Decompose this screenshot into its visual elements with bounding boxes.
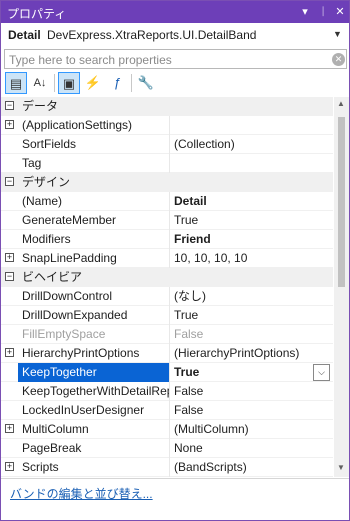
properties-view-icon[interactable]: ▣ (58, 72, 80, 94)
property-row-fill-empty-space: FillEmptySpace False (1, 325, 333, 344)
expand-icon[interactable]: + (5, 424, 14, 433)
property-name: Tag (18, 154, 170, 173)
alphabetical-sort-icon[interactable]: A↓ (29, 72, 51, 94)
property-row-keep-together[interactable]: KeepTogether True ⌵ (1, 363, 333, 382)
category-label: データ (22, 99, 59, 113)
property-row-modifiers[interactable]: Modifiers Friend (1, 230, 333, 249)
property-row-name[interactable]: (Name) Detail (1, 192, 333, 211)
property-value[interactable]: (Collection) (170, 135, 333, 154)
property-row-drill-down-expanded[interactable]: DrillDownExpanded True (1, 306, 333, 325)
property-grid: − データ + (ApplicationSettings) SortFields… (1, 97, 349, 477)
commands-pane: バンドの編集と並び替え... (1, 478, 349, 520)
property-row-application-settings[interactable]: + (ApplicationSettings) (1, 116, 333, 135)
property-value[interactable]: (BandScripts) (170, 458, 333, 477)
wrench-icon[interactable]: 🔧 (135, 72, 157, 94)
property-value[interactable]: Detail (170, 192, 333, 211)
property-row-generate-member[interactable]: GenerateMember True (1, 211, 333, 230)
property-name: DrillDownControl (18, 287, 170, 306)
property-value[interactable]: Friend (170, 230, 333, 249)
category-row-behavior[interactable]: − ビヘイビア (1, 268, 333, 287)
object-name: Detail (8, 28, 41, 42)
property-name: HierarchyPrintOptions (18, 344, 170, 363)
toolbar: ▤ A↓ ▣ ⚡ ƒ 🔧 (3, 71, 347, 95)
toolbar-separator (131, 74, 132, 92)
events-icon[interactable]: ⚡ (82, 72, 104, 94)
property-name: LockedInUserDesigner (18, 401, 170, 420)
edit-and-reorder-bands-link[interactable]: バンドの編集と並び替え... (10, 485, 153, 502)
expand-icon[interactable]: + (5, 348, 14, 357)
property-name: MultiColumn (18, 420, 170, 439)
object-type: DevExpress.XtraReports.UI.DetailBand (47, 28, 257, 42)
categorized-view-icon[interactable]: ▤ (5, 72, 27, 94)
property-row-drill-down-control[interactable]: DrillDownControl (なし) (1, 287, 333, 306)
property-row-multi-column[interactable]: + MultiColumn (MultiColumn) (1, 420, 333, 439)
property-row-snap-line-padding[interactable]: + SnapLinePadding 10, 10, 10, 10 (1, 249, 333, 268)
value-dropdown-icon[interactable]: ⌵ (313, 364, 330, 381)
collapse-icon[interactable]: − (5, 272, 14, 281)
property-name: SnapLinePadding (18, 249, 170, 268)
category-row-design[interactable]: − デザイン (1, 173, 333, 192)
close-icon[interactable]: ✕ (332, 3, 348, 21)
window-title: プロパティ (7, 7, 67, 21)
property-name: KeepTogether (18, 363, 170, 382)
vertical-scrollbar[interactable]: ▲ ▼ (334, 97, 349, 477)
expand-icon[interactable]: + (5, 120, 14, 129)
category-label: ビヘイビア (22, 270, 83, 284)
property-row-locked-in-user-designer[interactable]: LockedInUserDesigner False (1, 401, 333, 420)
chevron-down-icon[interactable]: ▼ (333, 29, 342, 39)
property-name: (Name) (18, 192, 170, 211)
pin-icon[interactable]: ᛁ (315, 3, 331, 21)
expand-icon[interactable]: + (5, 462, 14, 471)
property-value[interactable]: False (170, 401, 333, 420)
object-selector[interactable]: Detail DevExpress.XtraReports.UI.DetailB… (1, 24, 349, 46)
property-row-page-break[interactable]: PageBreak None (1, 439, 333, 458)
title-bar[interactable]: プロパティ ▾ ᛁ ✕ (1, 1, 349, 23)
toolbar-separator (54, 74, 55, 92)
property-value[interactable]: True (170, 306, 333, 325)
scroll-down-icon[interactable]: ▼ (337, 463, 345, 472)
window-options-dropdown-icon[interactable]: ▾ (297, 3, 313, 21)
property-value[interactable]: (なし) (170, 287, 333, 306)
property-name: DrillDownExpanded (18, 306, 170, 325)
properties-window: プロパティ ▾ ᛁ ✕ Detail DevExpress.XtraReport… (0, 0, 350, 521)
property-value[interactable]: True (170, 211, 333, 230)
property-value[interactable]: True (170, 363, 333, 382)
property-row-sort-fields[interactable]: SortFields (Collection) (1, 135, 333, 154)
property-value[interactable]: False (170, 382, 333, 401)
category-label: デザイン (22, 175, 71, 189)
search-input[interactable]: Type here to search properties ✕ (4, 49, 347, 69)
property-row-tag[interactable]: Tag (1, 154, 333, 173)
expand-icon[interactable]: + (5, 253, 14, 262)
property-name: FillEmptySpace (18, 325, 170, 344)
clear-search-icon[interactable]: ✕ (332, 53, 345, 66)
property-value[interactable]: None (170, 439, 333, 458)
property-value[interactable]: 10, 10, 10, 10 (170, 249, 333, 268)
property-value: False (174, 327, 204, 341)
category-row-data[interactable]: − データ (1, 97, 333, 116)
property-value[interactable] (170, 116, 333, 135)
property-value[interactable]: (HierarchyPrintOptions) (170, 344, 333, 363)
expressions-icon[interactable]: ƒ (106, 72, 128, 94)
property-name: (ApplicationSettings) (18, 116, 170, 135)
collapse-icon[interactable]: − (5, 177, 14, 186)
scroll-up-icon[interactable]: ▲ (337, 99, 345, 108)
search-placeholder: Type here to search properties (9, 53, 172, 67)
property-name: Scripts (18, 458, 170, 477)
scroll-thumb[interactable] (338, 117, 345, 287)
property-name: PageBreak (18, 439, 170, 458)
property-value[interactable]: (MultiColumn) (170, 420, 333, 439)
property-name: GenerateMember (18, 211, 170, 230)
property-row-scripts[interactable]: + Scripts (BandScripts) (1, 458, 333, 477)
property-value[interactable] (170, 154, 333, 173)
property-row-keep-together-with-detail-rep[interactable]: KeepTogetherWithDetailRep False (1, 382, 333, 401)
property-row-hierarchy-print-options[interactable]: + HierarchyPrintOptions (HierarchyPrintO… (1, 344, 333, 363)
collapse-icon[interactable]: − (5, 101, 14, 110)
property-name: KeepTogetherWithDetailRep (18, 382, 170, 401)
property-name: Modifiers (18, 230, 170, 249)
property-name: SortFields (18, 135, 170, 154)
